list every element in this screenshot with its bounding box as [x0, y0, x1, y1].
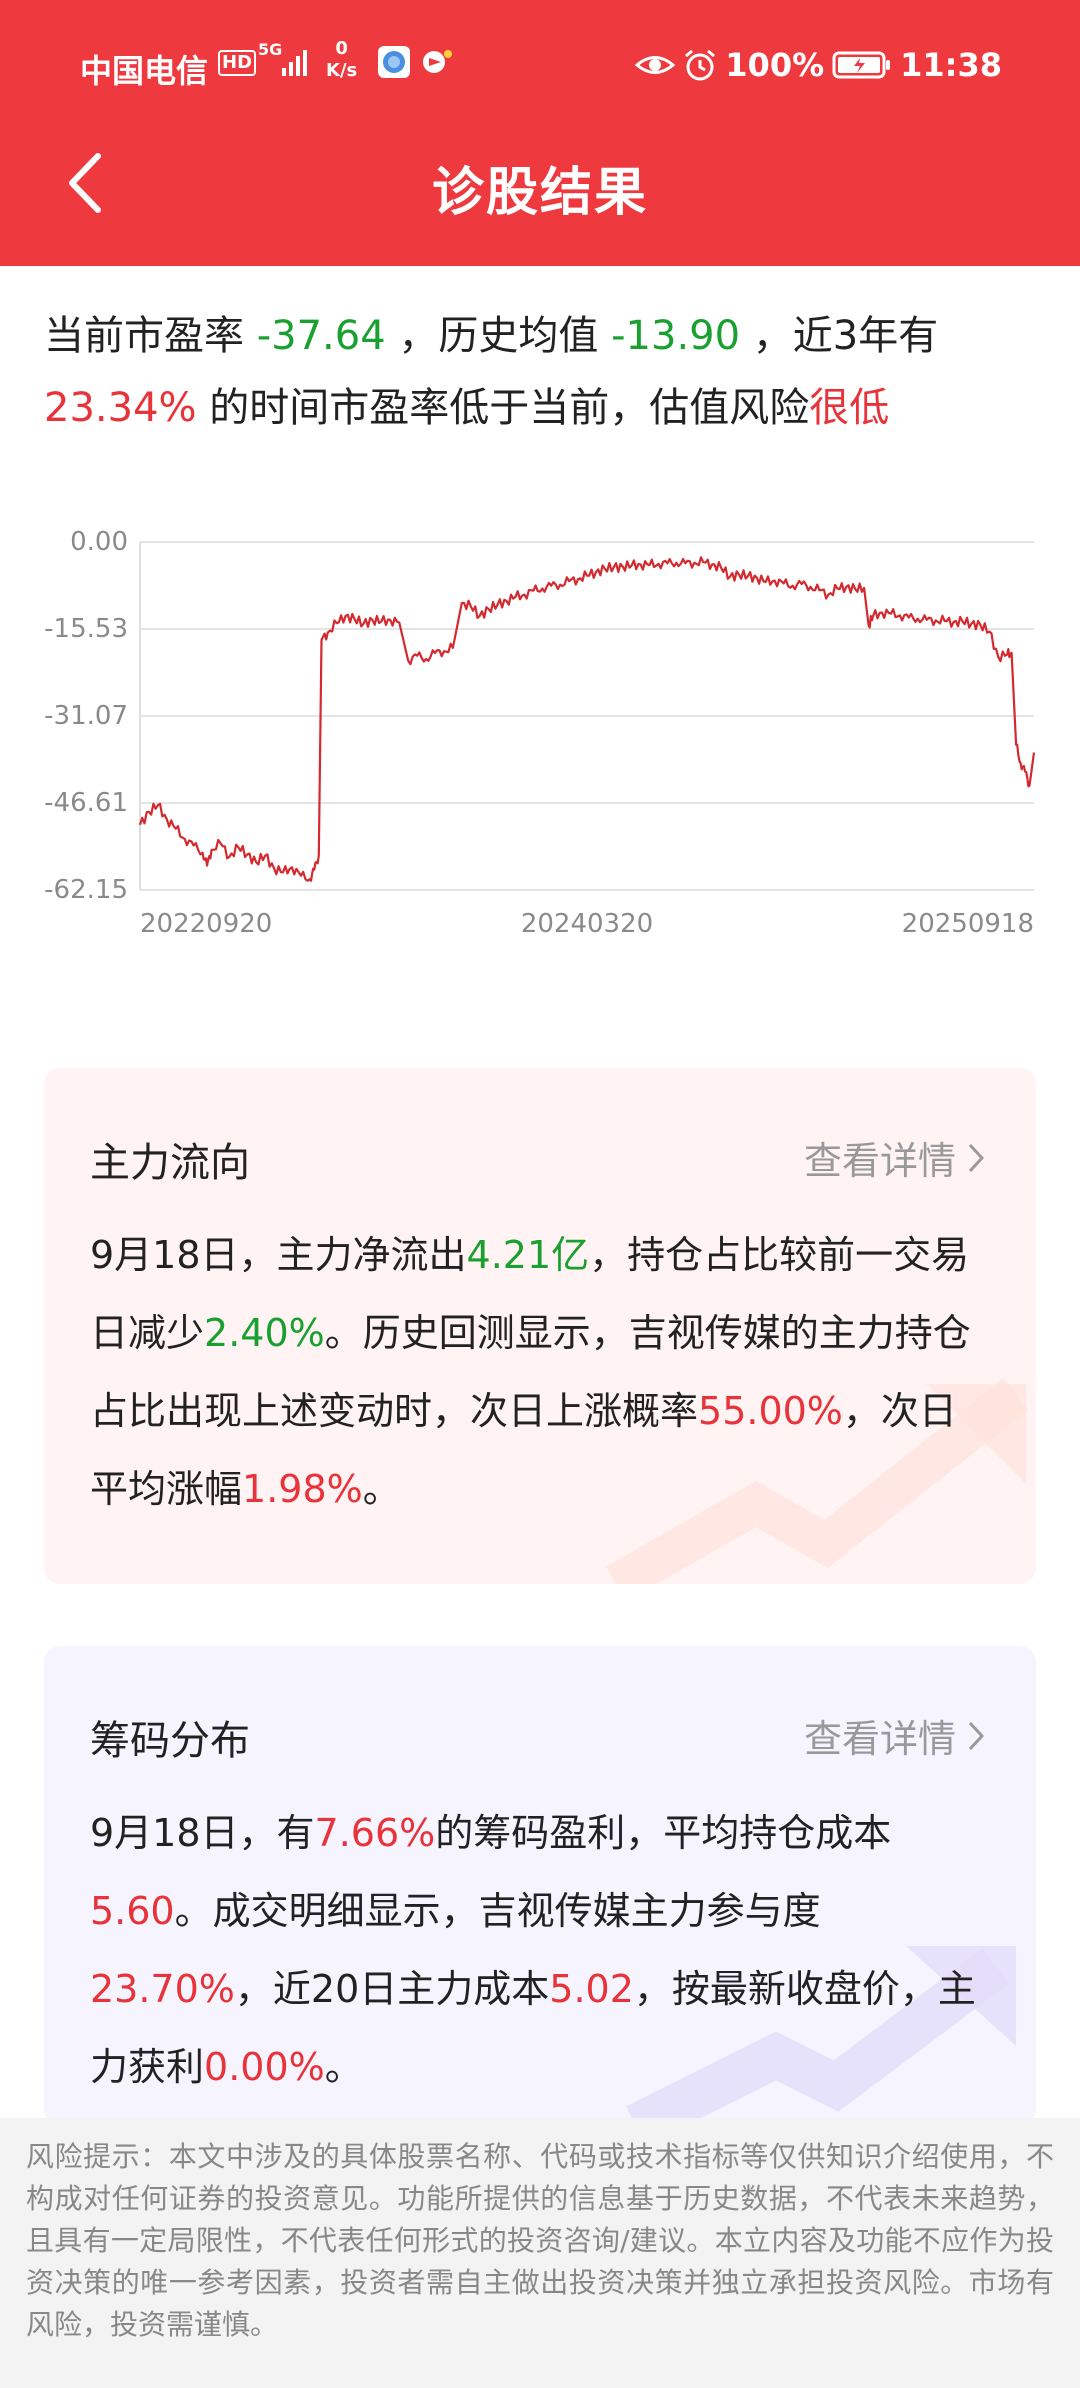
flow-text-1: 9月18日，主力净流出: [90, 1233, 467, 1277]
flow-text-5: 。: [362, 1467, 401, 1511]
x-tick-label: 20220920: [140, 909, 272, 939]
y-tick-label: 0.00: [70, 527, 128, 557]
page-title: 诊股结果: [431, 163, 648, 223]
app-notification-icon: [378, 46, 410, 78]
avg-gain-value: 1.98%: [242, 1467, 363, 1511]
chip-text-2: 的筹码盈利，平均持仓成本: [435, 1811, 892, 1855]
card-title: 主力流向: [90, 1140, 250, 1186]
chevron-right-icon: [968, 1143, 985, 1172]
net-outflow-value: 4.21亿: [466, 1233, 590, 1277]
clock: 11:38: [900, 46, 1002, 84]
eye-icon: [635, 56, 676, 74]
chip-text-1: 9月18日，有: [90, 1811, 315, 1855]
view-details-link[interactable]: 查看详情: [804, 1708, 986, 1763]
alarm-icon: [685, 49, 716, 81]
chip-distribution-card: 筹码分布 查看详情 9月18日，有7.66%的筹码盈利，平均持仓成本 5.60。成…: [44, 1646, 1036, 2126]
net-speed-unit: K/s: [326, 60, 358, 81]
network-type: 5G: [258, 40, 283, 59]
summary-text-1: 当前市盈率: [44, 313, 257, 359]
risk-level: 很低: [809, 385, 890, 431]
summary-text-2: ，历史均值: [385, 313, 612, 359]
avg-cost-value: 5.60: [90, 1889, 175, 1933]
app-header: 中国电信 HD 5G 0 K/s 100% 11:38 诊股结果: [0, 0, 1080, 266]
holding-change-value: 2.40%: [204, 1311, 325, 1355]
y-tick-label: -46.61: [44, 788, 128, 818]
chip-text-6: 。: [324, 2045, 363, 2089]
percent-low-value: 23.34%: [44, 385, 197, 431]
hd-badge: HD: [218, 50, 257, 76]
signal-icon: [282, 50, 307, 76]
y-tick-label: -62.15: [44, 875, 128, 905]
chip-text-3: 。成交明细显示，吉视传媒主力参与度: [174, 1889, 821, 1933]
x-tick-label: 20240320: [521, 909, 653, 939]
card-body: 9月18日，主力净流出4.21亿，持仓占比较前一交易日减少2.40%。历史回测显…: [90, 1216, 990, 1528]
chip-text-4: ，近20日主力成本: [234, 1967, 550, 2011]
main-profit-value: 0.00%: [204, 2045, 325, 2089]
pe-current-value: -37.64: [256, 313, 386, 359]
battery-percent: 100%: [725, 46, 825, 84]
chevron-right-icon: [968, 1721, 985, 1750]
net-speed-value: 0: [335, 38, 348, 59]
view-details-link[interactable]: 查看详情: [804, 1130, 986, 1185]
rise-probability-value: 55.00%: [698, 1389, 843, 1433]
net-speed: 0 K/s: [326, 38, 357, 82]
x-tick-label: 20250918: [902, 909, 1034, 939]
profit-chips-value: 7.66%: [314, 1811, 436, 1855]
carrier-label: 中国电信: [80, 52, 209, 90]
main-flow-card: 主力流向 查看详情 9月18日，主力净流出4.21亿，持仓占比较前一交易日减少2…: [44, 1068, 1036, 1584]
status-bar: 中国电信 HD 5G 0 K/s 100% 11:38: [0, 36, 1080, 96]
risk-disclaimer: 风险提示：本文中涉及的具体股票名称、代码或技术指标等仅供知识介绍使用，不构成对任…: [0, 2118, 1080, 2388]
status-right: 100% 11:38: [635, 46, 1002, 84]
card-title: 筹码分布: [90, 1718, 250, 1764]
summary-text-4: 的时间市盈率低于当前，估值风险: [196, 385, 810, 431]
pe-history-chart: 0.00 -15.53 -31.07 -46.61 -62.15 20220920 2024…: [0, 510, 1080, 960]
app-notification-icon-2: [423, 50, 452, 73]
pe-average-value: -13.90: [611, 313, 741, 359]
pe-series-line: [138, 556, 1036, 882]
summary-text-3: ，近3年有: [740, 313, 939, 359]
y-tick-label: -31.07: [44, 701, 128, 731]
pe-chart-svg: 0.00 -15.53 -31.07 -46.61 -62.15 20220920 2024…: [44, 527, 1036, 939]
battery-icon: [832, 51, 891, 79]
main-cost-value: 5.02: [549, 1967, 634, 2011]
card-body: 9月18日，有7.66%的筹码盈利，平均持仓成本 5.60。成交明细显示，吉视传媒…: [90, 1794, 990, 2106]
pe-summary: 当前市盈率 -37.64 ，历史均值 -13.90 ，近3年有 23.34% 的时…: [44, 300, 1044, 444]
disclaimer-text: 风险提示：本文中涉及的具体股票名称、代码或技术指标等仅供知识介绍使用，不构成对任…: [26, 2140, 1054, 2341]
view-details-label: 查看详情: [803, 1717, 956, 1761]
view-details-label: 查看详情: [803, 1139, 956, 1183]
participation-value: 23.70%: [90, 1967, 235, 2011]
y-tick-label: -15.53: [44, 614, 128, 644]
